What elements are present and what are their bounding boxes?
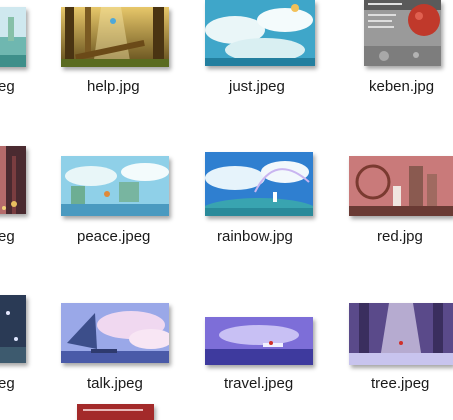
file-name: help.jpg	[87, 78, 140, 95]
file-name: eg	[0, 78, 15, 95]
red-town-thumbnail[interactable]	[349, 156, 453, 216]
file-name: tree.jpeg	[371, 375, 430, 392]
file-name: keben.jpg	[369, 78, 435, 95]
file-name: eg	[0, 375, 15, 392]
slide-document-thumbnail[interactable]	[364, 0, 441, 66]
file-name: travel.jpeg	[224, 375, 294, 392]
file-name: peace.jpeg	[77, 228, 151, 245]
clouds-sea-thumbnail[interactable]	[205, 0, 315, 66]
file-name: red.jpg	[377, 228, 423, 245]
night-scene-thumbnail[interactable]	[0, 295, 26, 363]
rainbow-hills-thumbnail[interactable]	[205, 152, 313, 216]
file-name: rainbow.jpg	[217, 228, 293, 245]
file-name: talk.jpeg	[87, 375, 143, 392]
forest-sunlight-thumbnail[interactable]	[61, 7, 169, 67]
file-name: eg	[0, 228, 15, 245]
fantasy-sky-thumbnail[interactable]	[61, 156, 169, 216]
glowing-tree-thumbnail[interactable]	[349, 303, 453, 365]
red-document-thumbnail[interactable]	[77, 404, 154, 420]
purple-sea-thumbnail[interactable]	[205, 317, 313, 365]
pink-forest-thumbnail[interactable]	[0, 146, 26, 214]
green-landscape-thumbnail[interactable]	[0, 7, 26, 67]
file-name: just.jpeg	[229, 78, 285, 95]
boat-sky-thumbnail[interactable]	[61, 303, 169, 363]
